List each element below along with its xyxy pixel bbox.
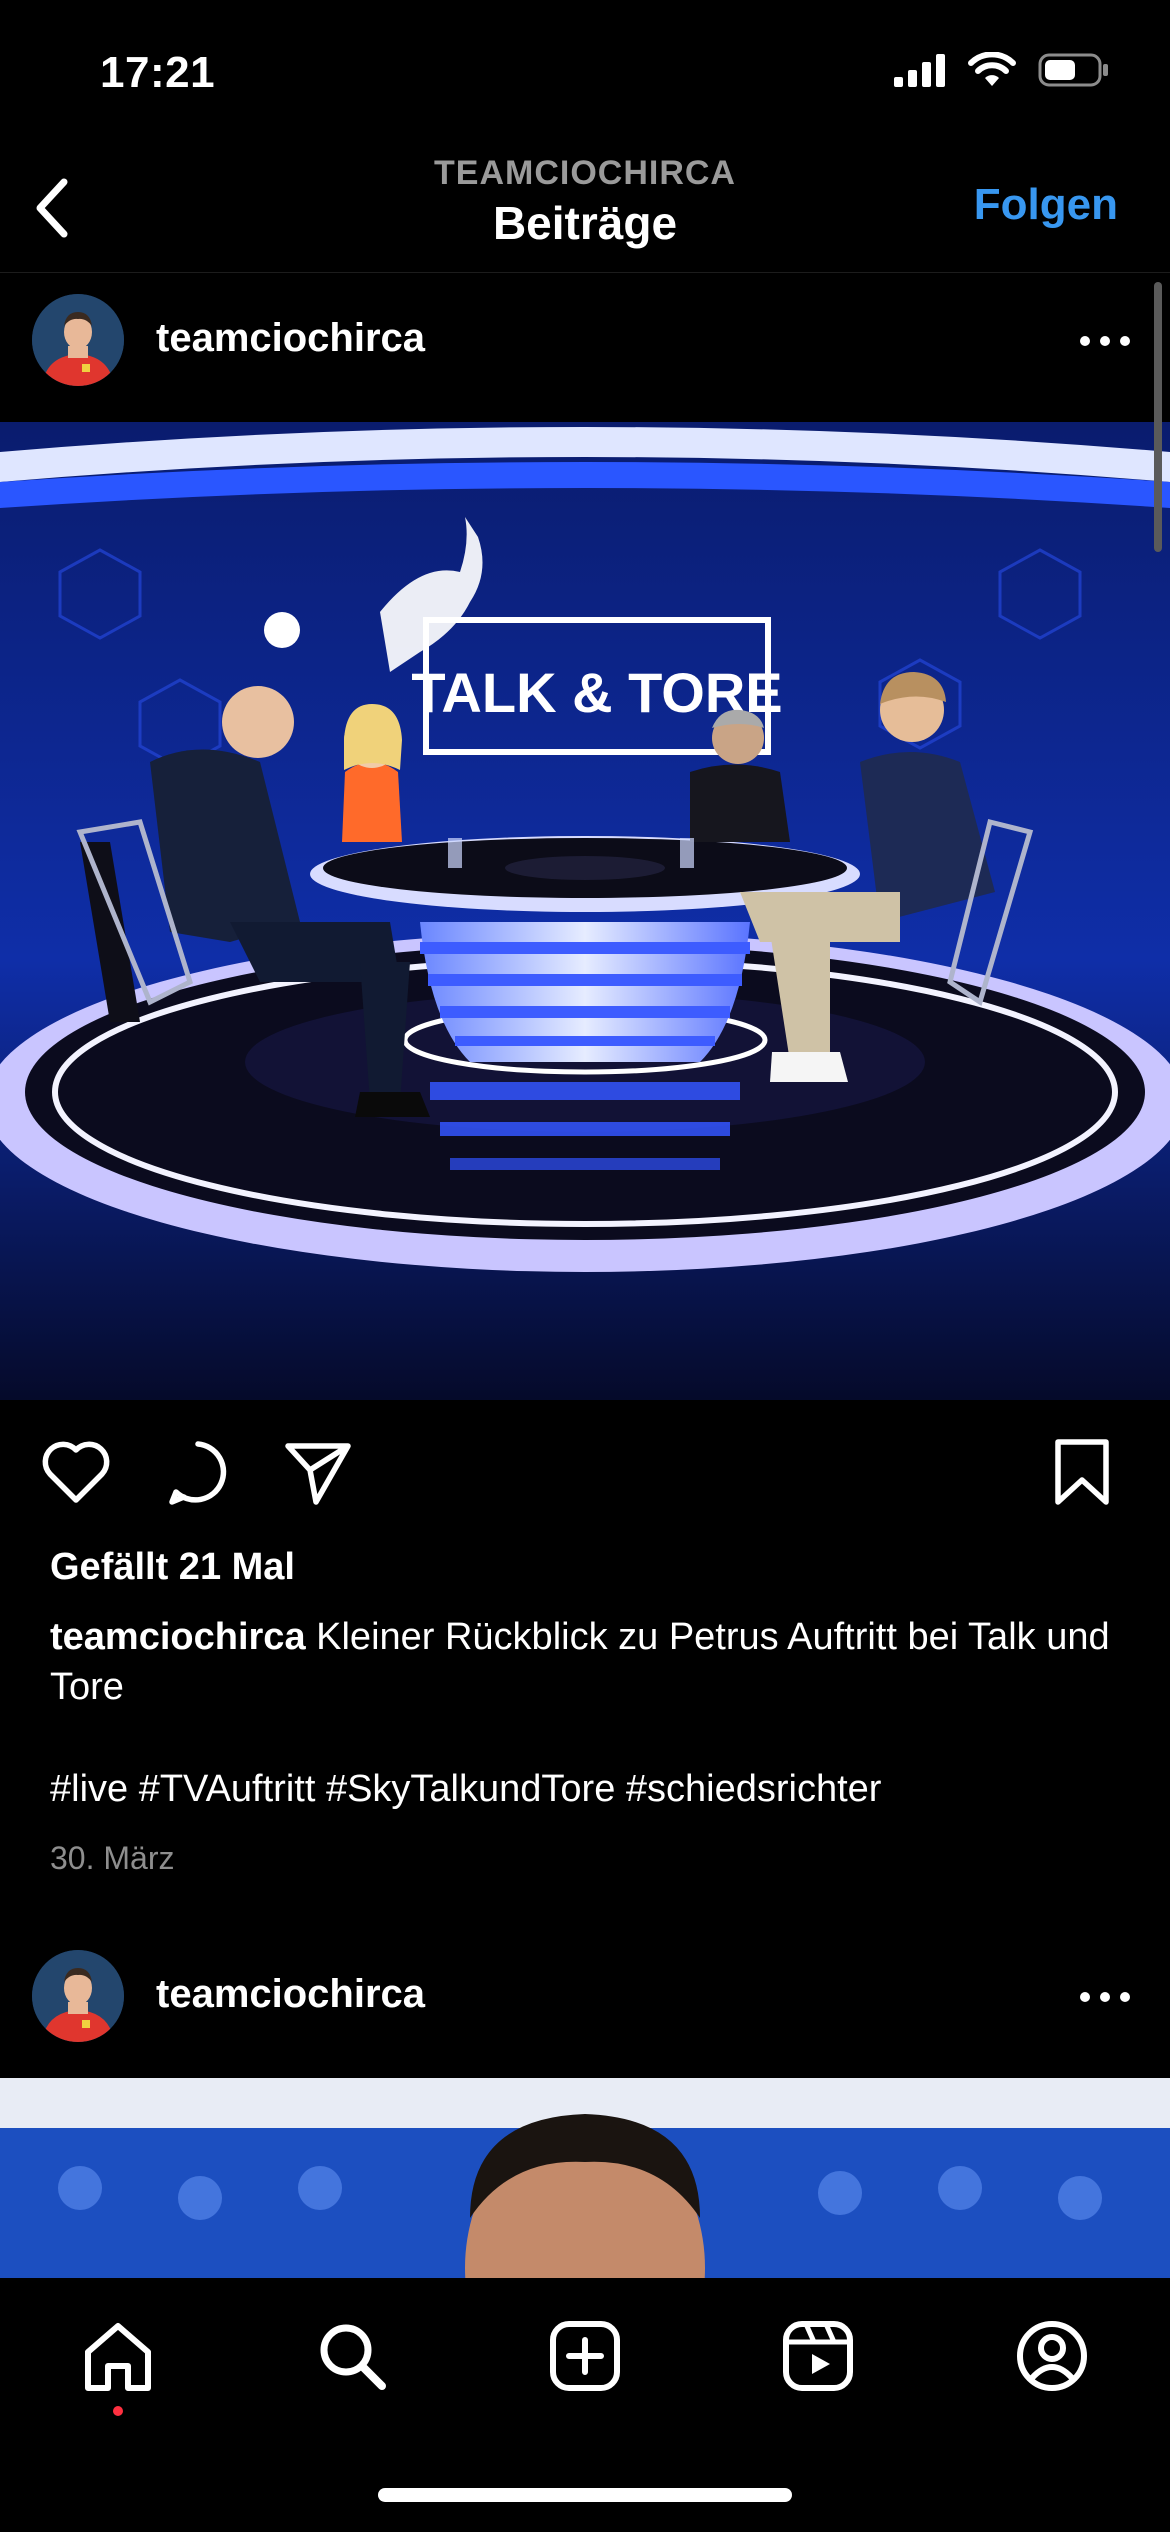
referee-photo xyxy=(0,2078,1170,2278)
home-icon[interactable] xyxy=(78,2316,158,2396)
add-post-icon[interactable] xyxy=(545,2316,625,2396)
share-send-icon[interactable] xyxy=(280,1434,356,1510)
more-options-icon[interactable] xyxy=(1080,1987,1130,2007)
wifi-icon xyxy=(968,52,1016,86)
post-caption: teamciochirca Kleiner Rückblick zu Petru… xyxy=(50,1612,1130,1712)
post-username[interactable]: teamciochirca xyxy=(156,316,425,361)
avatar-image xyxy=(32,294,124,386)
status-icons xyxy=(894,52,1110,88)
comment-icon[interactable] xyxy=(160,1434,236,1510)
post-username[interactable]: teamciochirca xyxy=(156,1972,425,2017)
notification-dot xyxy=(113,2406,123,2416)
header-divider xyxy=(0,272,1170,273)
post-date: 30. März xyxy=(50,1840,175,1876)
studio-photo: TALK & TORE xyxy=(0,422,1170,1400)
avatar-image xyxy=(32,1950,124,2042)
profile-icon[interactable] xyxy=(1012,2316,1092,2396)
post-image[interactable] xyxy=(0,2078,1170,2278)
status-time: 17:21 xyxy=(100,48,216,97)
bookmark-save-icon[interactable] xyxy=(1044,1434,1120,1510)
scrollbar[interactable] xyxy=(1154,282,1162,552)
post-avatar[interactable] xyxy=(32,294,124,386)
post-image[interactable]: TALK & TORE xyxy=(0,422,1170,1400)
caption-username[interactable]: teamciochirca xyxy=(50,1616,306,1658)
search-icon[interactable] xyxy=(312,2316,392,2396)
home-indicator[interactable] xyxy=(378,2488,792,2502)
like-heart-icon[interactable] xyxy=(38,1434,114,1510)
cellular-signal-icon xyxy=(894,54,945,87)
likes-count[interactable]: Gefällt 21 Mal xyxy=(50,1546,295,1589)
post-avatar[interactable] xyxy=(32,1950,124,2042)
more-options-icon[interactable] xyxy=(1080,331,1130,351)
follow-button[interactable]: Folgen xyxy=(974,180,1118,230)
battery-icon xyxy=(1038,53,1108,87)
post-hashtags[interactable]: #live #TVAuftritt #SkyTalkundTore #schie… xyxy=(50,1768,881,1811)
reels-icon[interactable] xyxy=(778,2316,858,2396)
